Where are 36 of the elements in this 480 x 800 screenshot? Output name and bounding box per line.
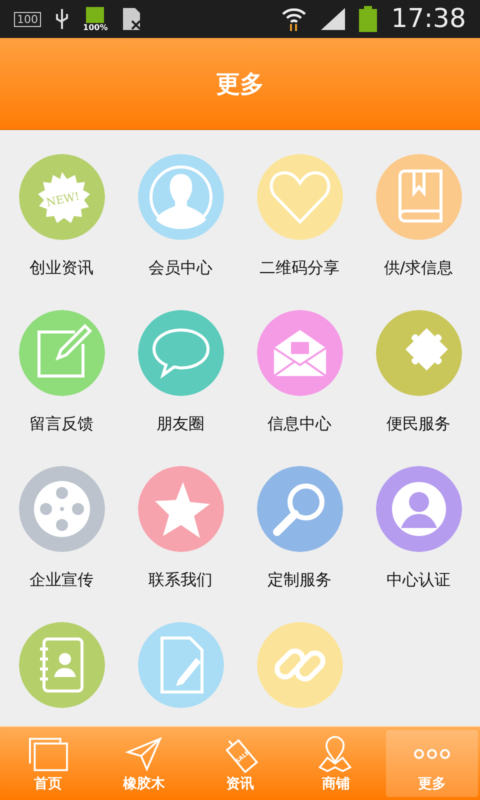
battery-percent: 100% bbox=[83, 22, 108, 32]
sim-card-icon bbox=[122, 7, 142, 31]
book-icon[interactable] bbox=[376, 154, 462, 240]
menu-label[interactable]: 留言反馈 bbox=[30, 414, 94, 434]
edit-icon[interactable] bbox=[18, 310, 104, 396]
storage-badge: 100 bbox=[14, 12, 41, 26]
menu-label[interactable]: 中心认证 bbox=[386, 570, 450, 590]
menu-label[interactable]: 信息中心 bbox=[268, 414, 332, 434]
menu-label[interactable]: 创业资讯 bbox=[30, 258, 94, 278]
page-title: 更多 bbox=[216, 68, 264, 100]
document-icon[interactable] bbox=[138, 622, 224, 708]
link-icon[interactable] bbox=[256, 622, 342, 708]
menu-label[interactable]: 供/求信息 bbox=[384, 258, 454, 278]
paper-plane-icon bbox=[123, 734, 165, 772]
person-icon[interactable] bbox=[138, 154, 224, 240]
menu-label[interactable]: 企业宣传 bbox=[30, 570, 94, 590]
contacts-icon[interactable] bbox=[18, 622, 104, 708]
wifi-icon bbox=[281, 6, 308, 32]
menu-label[interactable]: 便民服务 bbox=[386, 414, 450, 434]
menu-label[interactable]: 朋友圈 bbox=[156, 414, 204, 434]
search-icon[interactable] bbox=[256, 466, 342, 552]
usb-icon bbox=[55, 8, 69, 30]
puzzle-icon[interactable] bbox=[376, 310, 462, 396]
mail-icon[interactable] bbox=[256, 310, 342, 396]
battery-icon bbox=[359, 6, 378, 32]
signal-icon bbox=[321, 8, 346, 30]
menu-label[interactable]: 联系我们 bbox=[148, 570, 212, 590]
chat-icon[interactable] bbox=[138, 310, 224, 396]
menu-label[interactable]: 定制服务 bbox=[268, 570, 332, 590]
menu-label[interactable]: 会员中心 bbox=[148, 258, 212, 278]
more-icon bbox=[413, 748, 451, 760]
menu-label[interactable]: 二维码分享 bbox=[260, 258, 340, 278]
film-reel-icon[interactable] bbox=[18, 466, 104, 552]
battery-icon bbox=[86, 6, 104, 22]
user-icon[interactable] bbox=[376, 466, 462, 552]
clock: 17:38 bbox=[391, 4, 466, 34]
